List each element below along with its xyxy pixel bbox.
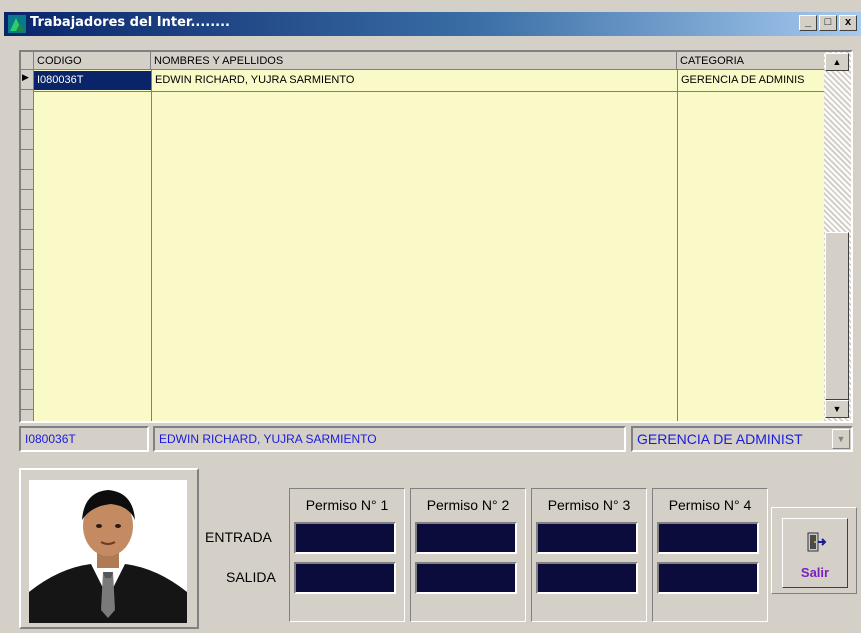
row-indicator[interactable]	[21, 110, 33, 130]
permiso-3-entrada-field[interactable]	[536, 522, 638, 554]
row-indicator[interactable]	[21, 310, 33, 330]
cell-codigo[interactable]: I080036T	[34, 71, 151, 90]
table-row[interactable]: I080036T EDWIN RICHARD, YUJRA SARMIENTO …	[34, 71, 824, 90]
permiso-2-salida-field[interactable]	[415, 562, 517, 594]
row-indicator[interactable]	[21, 330, 33, 350]
categoria-combo[interactable]: GERENCIA DE ADMINIST ▼	[631, 426, 853, 452]
categoria-value: GERENCIA DE ADMINIST	[637, 431, 803, 447]
photo-frame	[19, 468, 199, 629]
permiso-title: Permiso N° 3	[547, 497, 631, 513]
row-indicator[interactable]	[21, 270, 33, 290]
permiso-1-salida-field[interactable]	[294, 562, 396, 594]
permiso-group-2: Permiso N° 2	[410, 488, 526, 622]
salir-label: Salir	[800, 565, 830, 580]
row-indicator[interactable]	[21, 190, 33, 210]
grid-header: CODIGO NOMBRES Y APELLIDOS CATEGORIA	[21, 52, 824, 70]
row-indicator[interactable]	[21, 170, 33, 190]
row-indicator[interactable]	[21, 370, 33, 390]
employee-photo	[29, 480, 187, 623]
permiso-2-entrada-field[interactable]	[415, 522, 517, 554]
column-header-nombres[interactable]: NOMBRES Y APELLIDOS	[151, 52, 677, 70]
permiso-title: Permiso N° 4	[668, 497, 752, 513]
row-indicator[interactable]	[21, 130, 33, 150]
row-indicator[interactable]	[21, 150, 33, 170]
close-button[interactable]: x	[839, 15, 857, 31]
column-divider	[151, 70, 152, 421]
salir-button[interactable]: Salir	[782, 518, 848, 588]
column-header-codigo[interactable]: CODIGO	[34, 52, 151, 70]
scroll-thumb[interactable]	[825, 232, 849, 400]
row-indicator-column: ▶	[21, 70, 34, 421]
row-indicator[interactable]	[21, 350, 33, 370]
person-portrait-icon	[29, 480, 187, 623]
column-header-categoria[interactable]: CATEGORIA	[677, 52, 824, 70]
window-title: Trabajadores del Inter........	[30, 15, 230, 30]
permiso-group-3: Permiso N° 3	[531, 488, 647, 622]
exit-button-frame: Salir	[771, 507, 857, 594]
row-indicator[interactable]	[21, 390, 33, 410]
row-indicator[interactable]	[21, 210, 33, 230]
permiso-group-4: Permiso N° 4	[652, 488, 768, 622]
row-indicator[interactable]: ▶	[21, 70, 33, 90]
title-bar[interactable]: Trabajadores del Inter........ _ □ x	[4, 12, 861, 36]
entrada-label: ENTRADA	[205, 529, 272, 545]
row-divider	[34, 91, 824, 92]
minimize-button[interactable]: _	[799, 15, 817, 31]
row-indicator[interactable]	[21, 290, 33, 310]
workers-grid[interactable]: CODIGO NOMBRES Y APELLIDOS CATEGORIA ▶ I…	[19, 50, 853, 423]
scroll-up-icon[interactable]: ▲	[825, 53, 849, 71]
maximize-button[interactable]: □	[819, 15, 837, 31]
permiso-title: Permiso N° 2	[426, 497, 510, 513]
chevron-down-icon[interactable]: ▼	[832, 429, 850, 449]
permiso-3-salida-field[interactable]	[536, 562, 638, 594]
permiso-title: Permiso N° 1	[305, 497, 389, 513]
app-icon	[8, 15, 26, 33]
cell-categoria[interactable]: GERENCIA DE ADMINIS	[678, 71, 824, 90]
permiso-group-1: Permiso N° 1	[289, 488, 405, 622]
row-indicator[interactable]	[21, 250, 33, 270]
permiso-1-entrada-field[interactable]	[294, 522, 396, 554]
current-row-marker: ▶	[22, 72, 29, 82]
scroll-down-icon[interactable]: ▼	[825, 400, 849, 418]
column-divider	[677, 70, 678, 421]
nombres-field[interactable]: EDWIN RICHARD, YUJRA SARMIENTO	[153, 426, 626, 452]
salida-label: SALIDA	[226, 569, 276, 585]
row-indicator[interactable]	[21, 90, 33, 110]
row-indicator[interactable]	[21, 230, 33, 250]
cell-nombres[interactable]: EDWIN RICHARD, YUJRA SARMIENTO	[152, 71, 677, 90]
main-window: Trabajadores del Inter........ _ □ x COD…	[0, 0, 861, 633]
door-exit-icon	[807, 532, 827, 552]
header-corner	[21, 52, 34, 70]
permiso-4-entrada-field[interactable]	[657, 522, 759, 554]
permiso-4-salida-field[interactable]	[657, 562, 759, 594]
codigo-field[interactable]: I080036T	[19, 426, 149, 452]
grid-vertical-scrollbar[interactable]: ▲ ▼	[824, 52, 851, 421]
